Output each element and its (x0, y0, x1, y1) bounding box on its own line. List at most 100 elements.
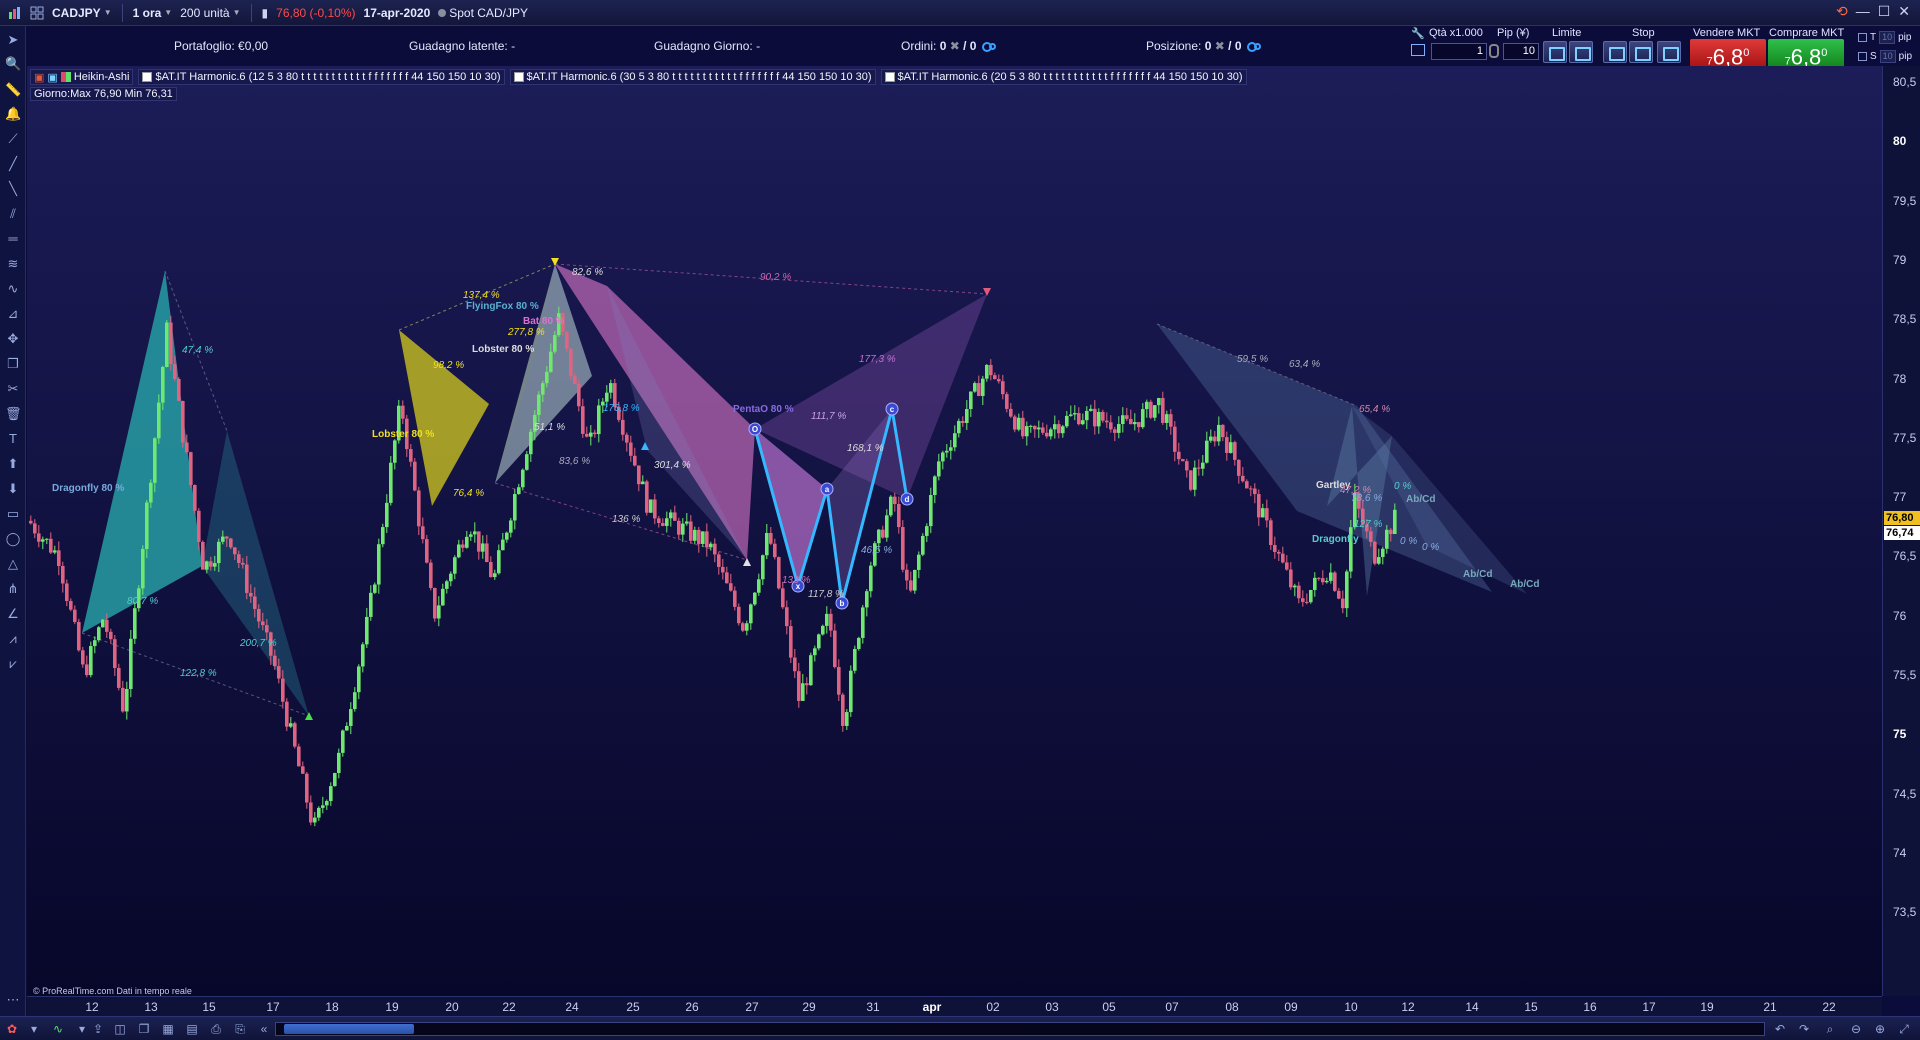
indicator-list: ▣ ▣ Heikin-Ashi $AT.IT Harmonic.6 (12 5 … (30, 69, 1247, 85)
ray-icon[interactable]: ╲ (5, 181, 21, 197)
candle-body (469, 534, 473, 537)
ruler-icon[interactable]: 📏 (5, 82, 21, 98)
arrow-down-icon[interactable]: ⬇ (5, 481, 21, 497)
grid-icon[interactable] (26, 6, 48, 20)
s-input[interactable]: 10 (1879, 50, 1896, 63)
stop-buy-button[interactable] (1603, 41, 1627, 63)
t-checkbox[interactable] (1858, 33, 1867, 42)
qty-input[interactable]: 1 (1431, 43, 1487, 60)
scroll-left-icon[interactable]: « (256, 1021, 272, 1037)
stop-extra-button[interactable] (1657, 41, 1681, 63)
horizontal-scrollbar[interactable] (275, 1022, 1765, 1036)
redo-icon[interactable]: ↷ (1796, 1021, 1812, 1037)
gann-icon[interactable]: ⊿ (5, 306, 21, 322)
windows-icon[interactable]: ❐ (136, 1021, 152, 1037)
price-chart[interactable]: Oxabcd Dragonfly 80 %47,4 %80,7 %200,7 %… (27, 66, 1882, 996)
current-price-marker: 76,80 (1884, 511, 1920, 525)
chart-style-icon[interactable]: ∿ (50, 1021, 66, 1037)
zoom-out-icon[interactable]: ⊖ (1848, 1021, 1864, 1037)
pattern-label: 98,2 % (433, 360, 464, 371)
horizontal-line-icon[interactable]: ═ (5, 231, 21, 247)
indicator-settings-icon[interactable]: ▣ (34, 71, 44, 84)
time-axis[interactable]: 12 13 15 17 18 19 20 22 24 25 26 27 29 31 apr 02 03 05 07 0… (27, 996, 1882, 1016)
fibonacci-icon[interactable]: ≋ (5, 256, 21, 272)
indicator-heikin-ashi[interactable]: ▣ ▣ Heikin-Ashi (30, 69, 134, 85)
arrow-up-icon[interactable]: ⬆ (5, 456, 21, 472)
zoom-in-icon[interactable]: ⊕ (1872, 1021, 1888, 1037)
close-icon[interactable]: ✕ (1898, 3, 1910, 20)
move-icon[interactable]: ✥ (5, 331, 21, 347)
indicator-visibility-icon[interactable]: ▣ (47, 71, 57, 84)
keyboard-icon[interactable] (1411, 44, 1425, 56)
timeframe-selector[interactable]: 1 ora ▼ (129, 6, 177, 20)
candle-body (341, 730, 345, 753)
indicator-harmonic-2[interactable]: $AT.IT Harmonic.6 (30 5 3 80 t t t t t t… (509, 69, 876, 85)
text-icon[interactable]: T (5, 431, 21, 447)
price-tick-label: 77,5 (1893, 430, 1917, 445)
scrollbar-thumb[interactable] (284, 1024, 414, 1034)
candle-body (485, 543, 489, 563)
lock-icon[interactable] (1489, 44, 1499, 58)
channel-icon[interactable]: ⫽ (5, 206, 21, 222)
limit-sell-button[interactable] (1569, 41, 1593, 63)
position-info[interactable]: Posizione: 0 ✖ / 0 (1146, 39, 1261, 53)
s-checkbox[interactable] (1858, 52, 1867, 61)
trash-icon[interactable]: 🗑 (5, 406, 22, 422)
ellipse-icon[interactable]: ◯ (5, 531, 21, 547)
wave-icon[interactable]: ∿ (5, 281, 21, 297)
stop-sell-button[interactable] (1629, 41, 1653, 63)
close-position-icon[interactable]: ✖ (1215, 39, 1225, 53)
indicator-harmonic-3[interactable]: $AT.IT Harmonic.6 (20 5 3 80 t t t t t t… (880, 69, 1247, 85)
close-orders-icon[interactable]: ✖ (950, 39, 960, 53)
fit-icon[interactable]: ⤢ (1896, 1021, 1912, 1037)
price-axis[interactable]: 80,5 80 79,5 79 78,5 78 77,5 77 76,5 76 75,5 75 74,5… (1882, 66, 1920, 996)
grid-icon[interactable]: ▦ (160, 1021, 176, 1037)
gear-icon[interactable] (1253, 43, 1261, 51)
t-input[interactable]: 10 (1879, 31, 1896, 44)
xabcd-icon[interactable]: ⩗ (5, 656, 21, 672)
line-tool-icon[interactable]: ╱ (5, 156, 21, 172)
pip-input[interactable]: 10 (1503, 43, 1539, 60)
pattern-label: 137,4 % (463, 290, 500, 301)
angle-icon[interactable]: ∠ (5, 606, 21, 622)
minimize-icon[interactable]: — (1856, 3, 1870, 20)
candle-body (989, 364, 993, 376)
indicators-icon[interactable]: ▤ (184, 1021, 200, 1037)
cursor-icon[interactable]: ➤ (5, 32, 21, 48)
buy-market-button[interactable]: 76,80 (1768, 39, 1844, 69)
chevron-down-icon[interactable]: ▾ (74, 1021, 90, 1037)
more-icon[interactable]: ⋯ (5, 992, 21, 1008)
zoom-icon[interactable]: 🔍 (5, 56, 21, 72)
limit-buy-button[interactable] (1543, 41, 1567, 63)
maximize-icon[interactable]: ☐ (1878, 3, 1891, 20)
copy-icon[interactable]: ❐ (5, 356, 21, 372)
rectangle-icon[interactable]: ▭ (5, 506, 21, 522)
triangle-icon[interactable]: △ (5, 556, 21, 572)
layout-icon[interactable]: ◫ (112, 1021, 128, 1037)
wrench-icon[interactable]: 🔧 (1411, 27, 1425, 40)
info-icon[interactable]: ▮ (258, 6, 273, 20)
units-selector[interactable]: 200 unità ▼ (176, 6, 244, 20)
symbol-selector[interactable]: CADJPY ▼ (48, 6, 116, 20)
pattern-icon[interactable]: ⩘ (5, 631, 21, 647)
undo-icon[interactable]: ↶ (1772, 1021, 1788, 1037)
app-logo-icon[interactable] (4, 6, 26, 20)
orders-info[interactable]: Ordini: 0 ✖ / 0 (901, 39, 996, 53)
tools-icon[interactable]: ✂ (5, 381, 21, 397)
trendline-icon[interactable]: ⟋ (5, 131, 21, 147)
indicator-harmonic-1[interactable]: $AT.IT Harmonic.6 (12 5 3 80 t t t t t t… (138, 69, 505, 85)
refresh-icon[interactable]: ⟲ (1836, 3, 1848, 20)
sell-market-button[interactable]: 76,80 (1690, 39, 1766, 69)
chevron-down-icon[interactable]: ▾ (26, 1021, 42, 1037)
pitchfork-icon[interactable]: ⋔ (5, 581, 21, 597)
candle-body (481, 543, 485, 552)
export-icon[interactable]: ⎘ (232, 1021, 248, 1037)
zoom-tool-icon[interactable]: ⌕ (1822, 1021, 1838, 1037)
gear-icon[interactable] (988, 43, 996, 51)
print-icon[interactable]: ⎙ (208, 1021, 224, 1037)
share-icon[interactable]: ⇪ (90, 1021, 106, 1037)
price-tick-label: 74,5 (1893, 786, 1917, 801)
color-tool-icon[interactable]: ✿ (4, 1021, 20, 1037)
alarm-icon[interactable]: 🔔 (5, 106, 21, 122)
candle-body (1341, 598, 1345, 609)
